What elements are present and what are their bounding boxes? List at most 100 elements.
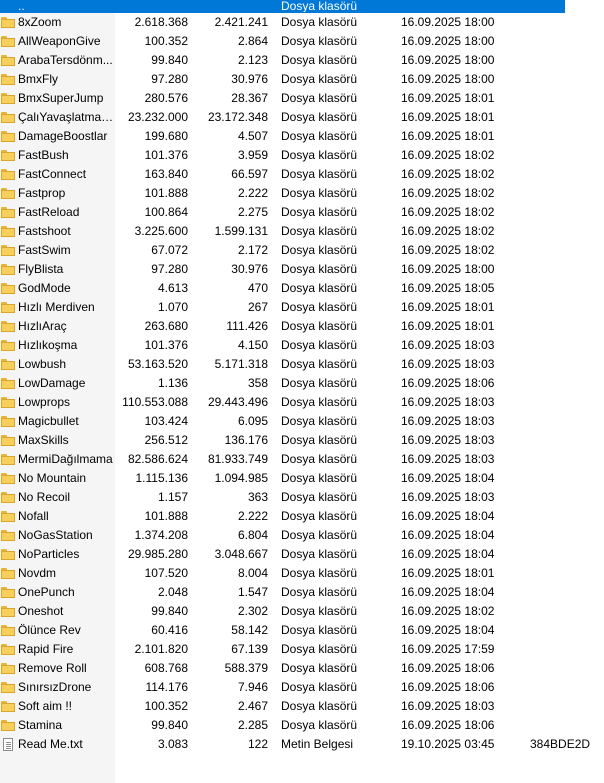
folder-icon — [1, 473, 15, 484]
folder-icon — [1, 55, 15, 66]
folder-icon — [1, 568, 15, 579]
file-size: 99.840 — [151, 718, 188, 732]
file-modified: 16.09.2025 18:02 — [401, 205, 495, 219]
file-row[interactable]: No Mountain 1.115.136 1.094.985 Dosya klasö… — [0, 469, 604, 488]
file-type: Dosya klasörü — [281, 357, 358, 371]
file-size: 97.280 — [151, 72, 188, 86]
file-row[interactable]: Read Me.txt 3.083 122 Metin Belgesi 19.10.20… — [0, 735, 604, 754]
file-modified: 16.09.2025 18:00 — [401, 34, 495, 48]
file-packed-size: 588.379 — [224, 661, 268, 675]
file-row[interactable]: SınırsızDrone 114.176 7.946 Dosya klasörü 16… — [0, 678, 604, 697]
file-packed-size: 1.599.131 — [214, 224, 268, 238]
file-size: 99.840 — [151, 604, 188, 618]
file-type: Dosya klasörü — [281, 167, 358, 181]
file-row[interactable]: OnePunch 2.048 1.547 Dosya klasörü 16.09.202… — [0, 583, 604, 602]
file-row[interactable]: Novdm 107.520 8.004 Dosya klasörü 16.09.2025… — [0, 564, 604, 583]
file-name: SınırsızDrone — [18, 680, 92, 694]
file-packed-size: 2.467 — [237, 699, 268, 713]
file-row[interactable]: MaxSkills 256.512 136.176 Dosya klasörü 16.0… — [0, 431, 604, 450]
file-size: 23.232.000 — [127, 110, 188, 124]
file-name: Rapid Fire — [18, 642, 74, 656]
folder-icon — [1, 226, 15, 237]
file-size: 82.586.624 — [127, 452, 188, 466]
file-modified: 16.09.2025 18:03 — [401, 414, 495, 428]
file-name: No Recoil — [18, 490, 71, 504]
file-name: No Mountain — [18, 471, 87, 485]
file-row[interactable]: FlyBlista 97.280 30.976 Dosya klasörü 16.09.… — [0, 260, 604, 279]
file-row[interactable]: LowDamage 1.136 358 Dosya klasörü 16.09.2025… — [0, 374, 604, 393]
file-modified: 16.09.2025 18:00 — [401, 15, 495, 29]
file-row[interactable]: Oneshot 99.840 2.302 Dosya klasörü 16.09.202… — [0, 602, 604, 621]
file-row[interactable]: FastBush 101.376 3.959 Dosya klasörü 16.09.2… — [0, 146, 604, 165]
file-row[interactable]: NoGasStation 1.374.208 6.804 Dosya klasörü 1… — [0, 526, 604, 545]
file-type: Dosya klasörü — [281, 262, 358, 276]
file-packed-size: 6.095 — [237, 414, 268, 428]
file-name: Hızlı Merdiven — [18, 300, 95, 314]
file-row[interactable]: Hızlıkoşma 101.376 4.150 Dosya klasörü 16.09… — [0, 336, 604, 355]
file-row[interactable]: Lowprops 110.553.088 29.443.496 Dosya klasö… — [0, 393, 604, 412]
file-type: Dosya klasörü — [281, 205, 358, 219]
file-packed-size: 58.142 — [231, 623, 268, 637]
file-row[interactable]: 8xZoom 2.618.368 2.421.241 Dosya klasörü 16.… — [0, 13, 604, 32]
file-row[interactable]: Lowbush 53.163.520 5.171.318 Dosya klasörü 1… — [0, 355, 604, 374]
file-size: 2.618.368 — [134, 15, 188, 29]
parent-folder-name: .. — [18, 0, 25, 12]
file-modified: 16.09.2025 18:01 — [401, 319, 495, 333]
file-row[interactable]: DamageBoostlar 199.680 4.507 Dosya klasörü 1… — [0, 127, 604, 146]
file-modified: 16.09.2025 18:03 — [401, 699, 495, 713]
file-size: 608.768 — [144, 661, 188, 675]
file-row[interactable]: Hızlı Merdiven 1.070 267 Dosya klasörü 16.09… — [0, 298, 604, 317]
file-size: 60.416 — [151, 623, 188, 637]
file-row[interactable]: NoParticles 29.985.280 3.048.667 Dosya klas… — [0, 545, 604, 564]
file-modified: 16.09.2025 18:00 — [401, 262, 495, 276]
file-type: Metin Belgesi — [281, 737, 354, 751]
folder-icon — [1, 321, 15, 332]
file-row[interactable]: Ölünce Rev 60.416 58.142 Dosya klasörü 16.09… — [0, 621, 604, 640]
file-row[interactable]: HızlıAraç 263.680 111.426 Dosya klasörü 16.0… — [0, 317, 604, 336]
file-row[interactable]: Rapid Fire 2.101.820 67.139 Dosya klasörü 16… — [0, 640, 604, 659]
file-row[interactable]: Soft aim !! 100.352 2.467 Dosya klasörü 16.0… — [0, 697, 604, 716]
file-type: Dosya klasörü — [281, 129, 358, 143]
file-row[interactable]: Nofall 101.888 2.222 Dosya klasörü 16.09.202… — [0, 507, 604, 526]
file-size: 263.680 — [144, 319, 188, 333]
file-name: MermiDağılmama — [18, 452, 113, 466]
file-size: 67.072 — [151, 243, 188, 257]
file-size: 101.376 — [144, 338, 188, 352]
file-row[interactable]: FastReload 100.864 2.275 Dosya klasörü 16.09… — [0, 203, 604, 222]
file-row[interactable]: Stamina 99.840 2.285 Dosya klasörü 16.09.202… — [0, 716, 604, 735]
file-row[interactable]: Fastprop 101.888 2.222 Dosya klasörü 16.09.2… — [0, 184, 604, 203]
file-size: 199.680 — [144, 129, 188, 143]
file-row[interactable]: ArabaTersdönm... 99.840 2.123 Dosya klasörü… — [0, 51, 604, 70]
file-row[interactable]: No Recoil 1.157 363 Dosya klasörü 16.09.2025… — [0, 488, 604, 507]
file-row[interactable]: BmxFly 97.280 30.976 Dosya klasörü 16.09.202… — [0, 70, 604, 89]
file-row[interactable]: FastSwim 67.072 2.172 Dosya klasörü 16.09.20… — [0, 241, 604, 260]
file-row[interactable]: Remove Roll 608.768 588.379 Dosya klasörü 16… — [0, 659, 604, 678]
file-row[interactable]: ÇalıYavaşlatmak... 23.232.000 23.172.348 Do… — [0, 108, 604, 127]
file-type: Dosya klasörü — [281, 395, 358, 409]
file-modified: 16.09.2025 18:01 — [401, 300, 495, 314]
file-row[interactable]: BmxSuperJump 280.576 28.367 Dosya klasörü 16… — [0, 89, 604, 108]
folder-icon — [1, 511, 15, 522]
file-packed-size: 363 — [247, 490, 268, 504]
file-name: FlyBlista — [18, 262, 64, 276]
file-modified: 16.09.2025 18:00 — [401, 53, 495, 67]
file-name: Read Me.txt — [18, 737, 83, 751]
file-row[interactable]: Magicbullet 103.424 6.095 Dosya klasörü 16.0… — [0, 412, 604, 431]
file-row[interactable]: FastConnect 163.840 66.597 Dosya klasörü 16.… — [0, 165, 604, 184]
file-size: 1.070 — [157, 300, 188, 314]
file-size: 103.424 — [144, 414, 188, 428]
file-row[interactable]: AllWeaponGive 100.352 2.864 Dosya klasörü 16… — [0, 32, 604, 51]
file-type: Dosya klasörü — [281, 452, 358, 466]
parent-folder-row[interactable]: .. Dosya klasörü — [0, 0, 565, 13]
file-name: Remove Roll — [18, 661, 87, 675]
file-row[interactable]: MermiDağılmama 82.586.624 81.933.749 Dosya … — [0, 450, 604, 469]
file-row[interactable]: GodMode 4.613 470 Dosya klasörü 16.09.2025 1… — [0, 279, 604, 298]
file-size: 2.101.820 — [134, 642, 188, 656]
file-row[interactable]: Fastshoot 3.225.600 1.599.131 Dosya klasörü… — [0, 222, 604, 241]
file-type: Dosya klasörü — [281, 566, 358, 580]
text-file-icon — [3, 738, 13, 751]
file-packed-size: 66.597 — [231, 167, 268, 181]
file-size: 53.163.520 — [127, 357, 188, 371]
file-packed-size: 7.946 — [237, 680, 268, 694]
file-list[interactable]: .. Dosya klasörü 8xZoom 2.618.368 2.421.24… — [0, 0, 604, 754]
